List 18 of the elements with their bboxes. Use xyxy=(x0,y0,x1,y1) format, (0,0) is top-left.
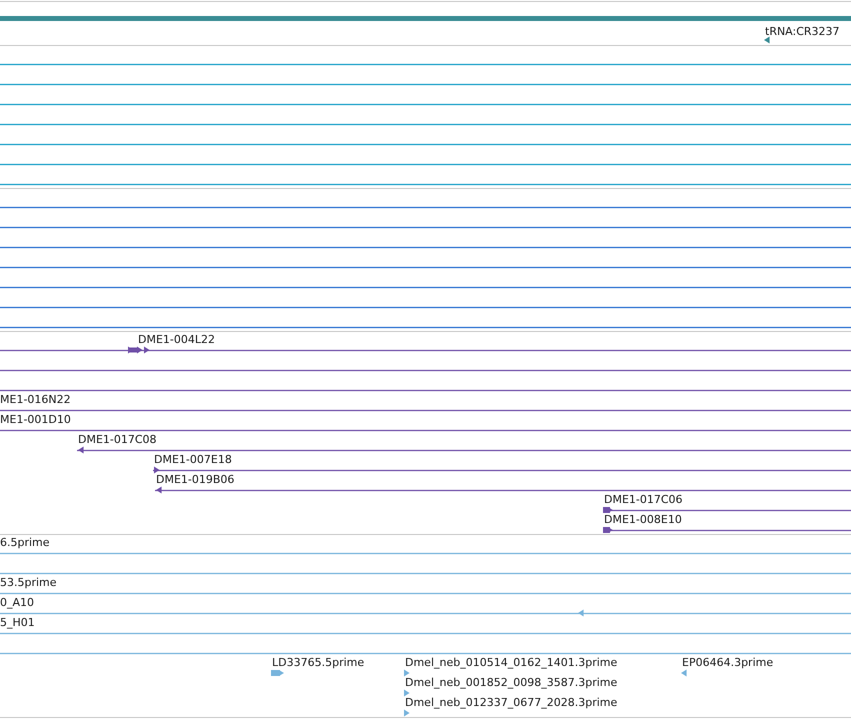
feature-label: ME1-001D10 xyxy=(0,413,71,426)
feature-label: DME1-017C06 xyxy=(604,493,683,506)
feature-label: 5_H01 xyxy=(0,616,35,629)
feature-label: Dmel_neb_012337_0677_2028.3prime xyxy=(405,696,618,709)
feature-label: 6.5prime xyxy=(0,536,50,549)
feature-label: 0_A10 xyxy=(0,596,34,609)
feature-label: DME1-008E10 xyxy=(604,513,682,526)
feature-label: DME1-019B06 xyxy=(156,473,234,486)
feature-label: DME1-017C08 xyxy=(78,433,157,446)
feature-label: EP06464.3prime xyxy=(682,656,774,669)
feature-label: Dmel_neb_010514_0162_1401.3prime xyxy=(405,656,618,669)
feature-label: DME1-004L22 xyxy=(138,333,215,346)
feature-label: 53.5prime xyxy=(0,576,57,589)
feature-label: LD33765.5prime xyxy=(272,656,364,669)
feature-label: ME1-016N22 xyxy=(0,393,71,406)
feature-label: Dmel_neb_001852_0098_3587.3prime xyxy=(405,676,618,689)
feature-label: tRNA:CR3237 xyxy=(765,25,840,38)
feature-label: DME1-007E18 xyxy=(154,453,232,466)
